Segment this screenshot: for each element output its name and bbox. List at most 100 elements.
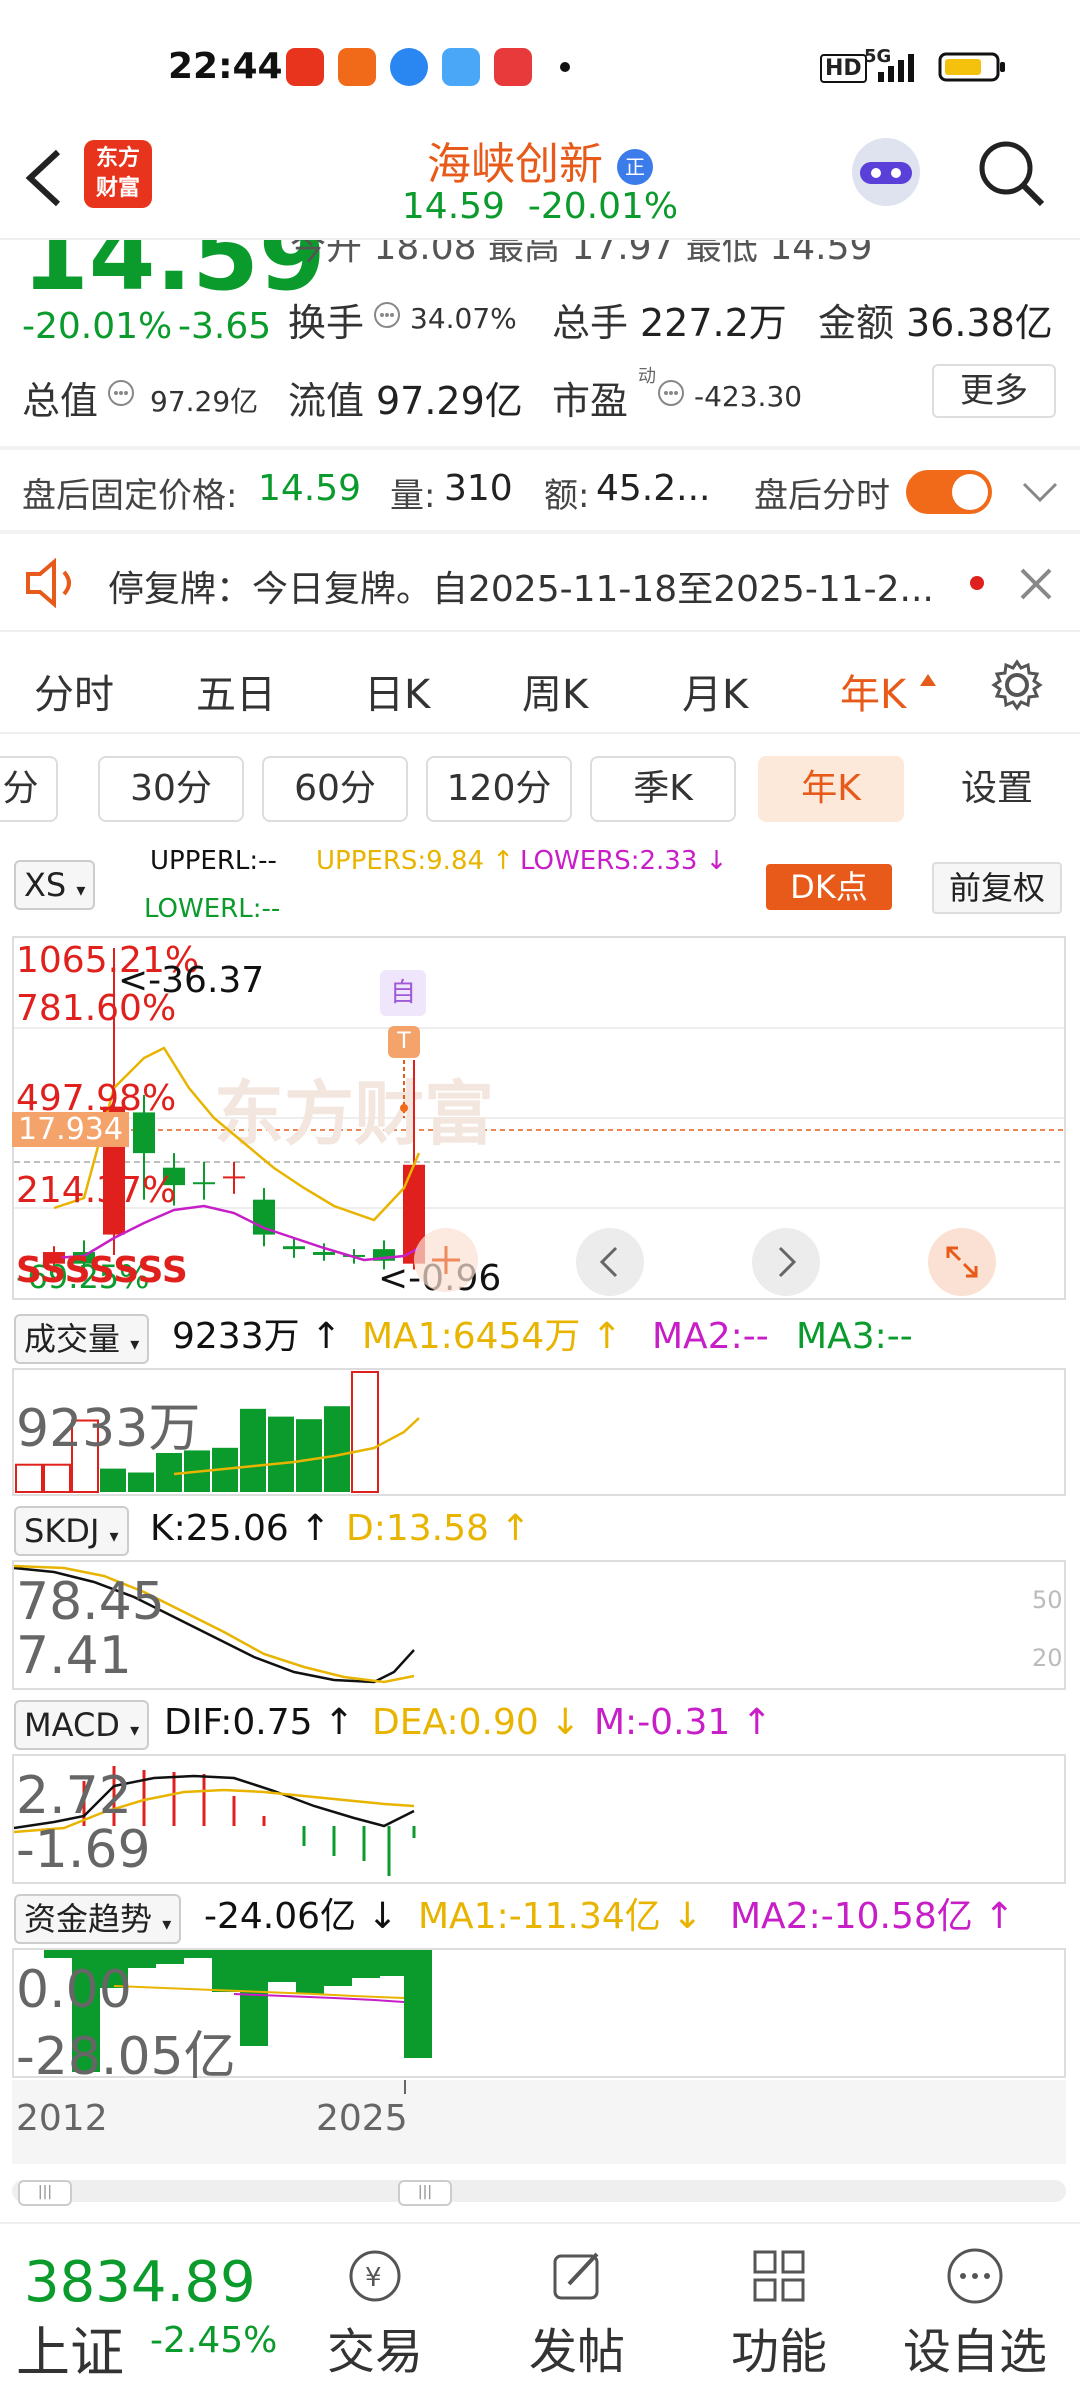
main-indicator-name: XS	[24, 866, 67, 904]
afterhours-toggle[interactable]	[906, 470, 992, 514]
app-icon-2	[338, 48, 376, 86]
fuquan-button[interactable]: 前复权	[932, 862, 1062, 914]
app-icon-1	[286, 48, 324, 86]
more-button[interactable]: 更多	[932, 364, 1056, 418]
skdj-chart[interactable]: 78.45 7.41 50 20	[12, 1560, 1066, 1690]
add-watchlist-button[interactable]: 设自选	[890, 2244, 1060, 2382]
volume-label: 总手	[552, 301, 629, 345]
add-draw-button[interactable]	[414, 1228, 478, 1292]
skdj-ref-50: 50	[1032, 1586, 1063, 1614]
edit-icon	[553, 2252, 599, 2300]
amount-value: 36.38亿	[906, 301, 1053, 345]
scroll-left-button[interactable]	[576, 1228, 644, 1296]
fund-chart[interactable]: 0.00 -28.05亿	[12, 1948, 1066, 2087]
subtab-niank[interactable]: 年K	[758, 756, 904, 822]
index-ticker[interactable]: 3834.89 上证 -2.45%	[0, 2224, 290, 2402]
header-price: 14.59	[401, 186, 505, 227]
main-indicator-select[interactable]: XS ▾	[14, 860, 96, 910]
subtab-60min[interactable]: 60分	[262, 756, 408, 822]
notice-dot	[970, 576, 984, 590]
dropdown-arrow-icon: ▾	[109, 1526, 119, 1547]
volume-chart[interactable]: 9233万	[12, 1368, 1066, 1496]
volume-bar	[351, 1371, 379, 1493]
macd-dif-value: DIF:0.75	[164, 1702, 313, 1743]
subtab-jik[interactable]: 季K	[590, 756, 736, 822]
subtab-30min[interactable]: 30分	[98, 756, 244, 822]
status-time: 22:44	[168, 46, 283, 87]
info-icon[interactable]	[656, 378, 686, 408]
volume-bar	[43, 1463, 71, 1493]
function-button[interactable]: 功能	[704, 2244, 854, 2382]
open-high-low-partial: 今开 18.08 最高 17.97 最低 14.59	[290, 240, 873, 268]
volume-indicator-select[interactable]: 成交量 ▾	[14, 1314, 150, 1364]
skdj-svg	[14, 1564, 415, 1684]
tab-zhouk[interactable]: 周K	[522, 662, 588, 720]
skdj-ref-20: 20	[1032, 1644, 1063, 1672]
x-axis-tick	[404, 2080, 406, 2094]
robot-assistant-icon[interactable]	[846, 132, 926, 212]
uppers-label: UPPERS:9.84 ↑	[316, 846, 515, 876]
stock-header: 东方 财富 海峡创新 正 14.59 -20.01%	[0, 120, 1080, 240]
trade-icon: ¥	[349, 2250, 401, 2302]
tab-niank[interactable]: 年K	[840, 662, 906, 720]
trade-button[interactable]: ¥ 交易	[300, 2244, 450, 2382]
lowerl-label: LOWERL:--	[144, 894, 281, 924]
header-change: -20.01%	[527, 186, 679, 227]
range-handle-left[interactable]: |||	[18, 2180, 72, 2206]
price-tag: 17.934	[12, 1112, 129, 1147]
candle-body	[223, 1176, 245, 1179]
app-icon-5	[494, 48, 532, 86]
search-icon[interactable]	[976, 138, 1048, 210]
tab-fenshi[interactable]: 分时	[34, 662, 114, 720]
dk-button[interactable]: DK点	[766, 864, 892, 910]
macd-svg	[14, 1766, 416, 1876]
macd-indicator-select[interactable]: MACD ▾	[14, 1700, 150, 1750]
close-icon[interactable]	[1016, 564, 1056, 604]
kline-chart[interactable]: 东方财富 1065.21% 781.60% 497.98% 214.37% -6…	[12, 936, 1066, 1300]
range-slider[interactable]: ||| |||	[12, 2180, 1066, 2206]
tab-wuri[interactable]: 五日	[196, 662, 276, 720]
badge-icon: 正	[617, 149, 653, 185]
tab-rik[interactable]: 日K	[364, 662, 430, 720]
signal-icon	[878, 54, 914, 82]
notice-bar[interactable]: 停复牌：今日复牌。自2025-11-18至2025-11-2...	[0, 534, 1080, 630]
fund-indicator-select[interactable]: 资金趋势 ▾	[14, 1894, 182, 1944]
trade-label: 交易	[326, 2324, 423, 2380]
pe-label: 市盈	[552, 379, 629, 423]
fullscreen-button[interactable]	[928, 1228, 996, 1296]
amount-label: 金额	[818, 301, 895, 345]
big-price: 14.59	[22, 240, 326, 312]
skdj-indicator-select[interactable]: SKDJ ▾	[14, 1506, 129, 1556]
skdj-d-value: D:13.58	[346, 1508, 489, 1549]
info-icon[interactable]	[372, 300, 402, 330]
macd-chart[interactable]: 2.72 -1.69	[12, 1754, 1066, 1884]
hd-icon: HD	[820, 54, 867, 83]
section-divider-4	[0, 732, 1080, 734]
x-axis-end: 2025	[316, 2098, 408, 2139]
zi-marker[interactable]: 自	[380, 970, 426, 1016]
subtab-settings[interactable]: 设置	[924, 756, 1070, 822]
stock-name: 海峡创新	[427, 139, 603, 190]
afterhours-vol: 310	[444, 468, 513, 509]
volume-value: 227.2万	[640, 301, 787, 345]
post-button[interactable]: 发帖	[502, 2244, 652, 2382]
scroll-right-button[interactable]	[752, 1228, 820, 1296]
lowers-value: LOWERS:2.33	[520, 846, 698, 876]
bottom-nav: 3834.89 上证 -2.45% ¥ 交易 发帖 功能 设自选	[0, 2222, 1080, 2402]
expand-icon	[946, 1246, 978, 1278]
float-value: 97.29亿	[376, 379, 523, 423]
turnover-value: 34.07%	[410, 302, 517, 335]
chevron-down-icon[interactable]	[1020, 478, 1060, 506]
t-marker[interactable]: T	[388, 1026, 420, 1058]
float-label: 流值	[288, 379, 365, 423]
subtab-5min[interactable]: 5分	[0, 756, 58, 822]
info-icon[interactable]	[106, 378, 136, 408]
mktcap-label: 总值	[22, 379, 99, 423]
tab-yuek[interactable]: 月K	[682, 662, 748, 720]
macd-m-value: M:-0.31	[594, 1702, 731, 1743]
subtab-120min[interactable]: 120分	[426, 756, 572, 822]
gear-icon[interactable]	[990, 658, 1044, 712]
range-handle-right[interactable]: |||	[398, 2180, 452, 2206]
grid-icon	[753, 2250, 805, 2302]
toggle-knob	[952, 474, 988, 510]
